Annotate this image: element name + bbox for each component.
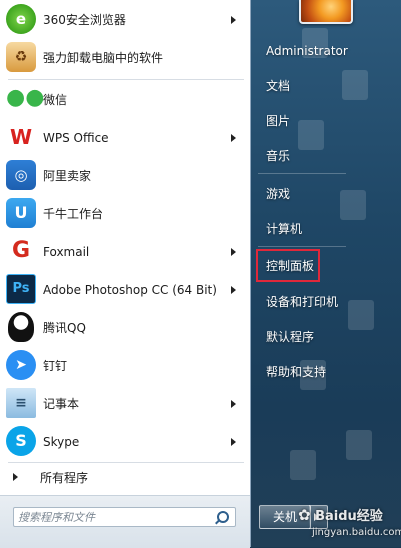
program-item-ali-seller[interactable]: ◎ 阿里卖家 xyxy=(2,158,247,194)
uninstall-box-icon: ♻ xyxy=(6,42,36,72)
background-icon xyxy=(346,430,372,460)
search-input[interactable] xyxy=(18,508,208,526)
submenu-arrow-icon xyxy=(231,286,236,294)
user-name[interactable]: Administrator xyxy=(262,39,352,63)
program-item-notepad[interactable]: ≡ 记事本 xyxy=(2,386,247,422)
divider xyxy=(258,246,346,247)
program-label: WPS Office xyxy=(43,131,109,145)
user-avatar[interactable] xyxy=(299,0,353,24)
program-item-photoshop[interactable]: Ps Adobe Photoshop CC (64 Bit) xyxy=(2,272,247,308)
skype-icon: S xyxy=(6,426,36,456)
qq-penguin-icon xyxy=(8,312,34,342)
divider xyxy=(8,79,244,80)
right-item-pictures[interactable]: 图片 xyxy=(262,109,294,133)
submenu-arrow-icon xyxy=(231,400,236,408)
background-icon xyxy=(342,70,368,100)
360-browser-icon: e xyxy=(6,4,36,34)
photoshop-icon: Ps xyxy=(6,274,36,304)
program-label: 微信 xyxy=(43,93,68,107)
program-label: 千牛工作台 xyxy=(43,207,104,221)
program-label: 钉钉 xyxy=(43,359,68,373)
program-item-foxmail[interactable]: G Foxmail xyxy=(2,234,247,270)
dingtalk-icon: ➤ xyxy=(6,350,36,380)
right-item-help-support[interactable]: 帮助和支持 xyxy=(262,360,330,384)
qianniu-icon: U xyxy=(6,198,36,228)
all-programs-label: 所有程序 xyxy=(40,471,89,485)
background-icon xyxy=(290,450,316,480)
all-programs-button[interactable]: 所有程序 xyxy=(2,466,247,490)
right-item-default-programs[interactable]: 默认程序 xyxy=(262,325,318,349)
search-icon[interactable] xyxy=(217,511,229,523)
submenu-arrow-icon xyxy=(231,16,236,24)
programs-pane: e 360安全浏览器 ♻ 强力卸载电脑中的软件 ●● 微信 W WPS Offi… xyxy=(0,0,251,547)
program-item-uninstaller[interactable]: ♻ 强力卸载电脑中的软件 xyxy=(2,40,247,76)
wps-office-icon: W xyxy=(6,122,36,152)
submenu-arrow-icon xyxy=(231,134,236,142)
submenu-arrow-icon xyxy=(231,248,236,256)
search-box[interactable] xyxy=(13,507,236,527)
background-icon xyxy=(340,190,366,220)
right-item-computer[interactable]: 计算机 xyxy=(262,217,306,241)
divider xyxy=(258,173,346,174)
ali-seller-icon: ◎ xyxy=(6,160,36,190)
program-label: Skype xyxy=(43,435,80,449)
divider xyxy=(8,462,244,463)
arrow-right-icon xyxy=(13,473,18,481)
right-item-music[interactable]: 音乐 xyxy=(262,144,294,168)
program-label: Foxmail xyxy=(43,245,90,259)
program-item-wechat[interactable]: ●● 微信 xyxy=(2,82,247,118)
paw-icon: ✿ xyxy=(298,506,311,524)
foxmail-icon: G xyxy=(6,236,36,266)
program-label: 腾讯QQ xyxy=(43,321,86,335)
program-item-wps-office[interactable]: W WPS Office xyxy=(2,120,247,156)
right-item-documents[interactable]: 文档 xyxy=(262,74,294,98)
watermark-text: Baidu经验 xyxy=(315,509,383,524)
program-label: Adobe Photoshop CC (64 Bit) xyxy=(43,283,217,297)
highlight-box xyxy=(256,249,320,282)
watermark: ✿ Baidu经验 jingyan.baidu.com xyxy=(298,505,401,545)
program-label: 强力卸载电脑中的软件 xyxy=(43,51,164,65)
right-item-devices-printers[interactable]: 设备和打印机 xyxy=(262,290,342,314)
right-item-games[interactable]: 游戏 xyxy=(262,182,294,206)
program-label: 阿里卖家 xyxy=(43,169,92,183)
program-item-360-browser[interactable]: e 360安全浏览器 xyxy=(2,2,247,38)
background-icon xyxy=(298,120,324,150)
program-item-skype[interactable]: S Skype xyxy=(2,424,247,460)
program-item-qq[interactable]: 腾讯QQ xyxy=(2,310,247,346)
submenu-arrow-icon xyxy=(231,438,236,446)
program-label: 记事本 xyxy=(43,397,80,411)
program-item-qianniu[interactable]: U 千牛工作台 xyxy=(2,196,247,232)
watermark-url: jingyan.baidu.com xyxy=(312,527,401,538)
wechat-icon: ●● xyxy=(6,84,44,114)
program-item-dingtalk[interactable]: ➤ 钉钉 xyxy=(2,348,247,384)
background-icon xyxy=(348,300,374,330)
program-label: 360安全浏览器 xyxy=(43,13,126,27)
notepad-icon: ≡ xyxy=(6,388,36,418)
